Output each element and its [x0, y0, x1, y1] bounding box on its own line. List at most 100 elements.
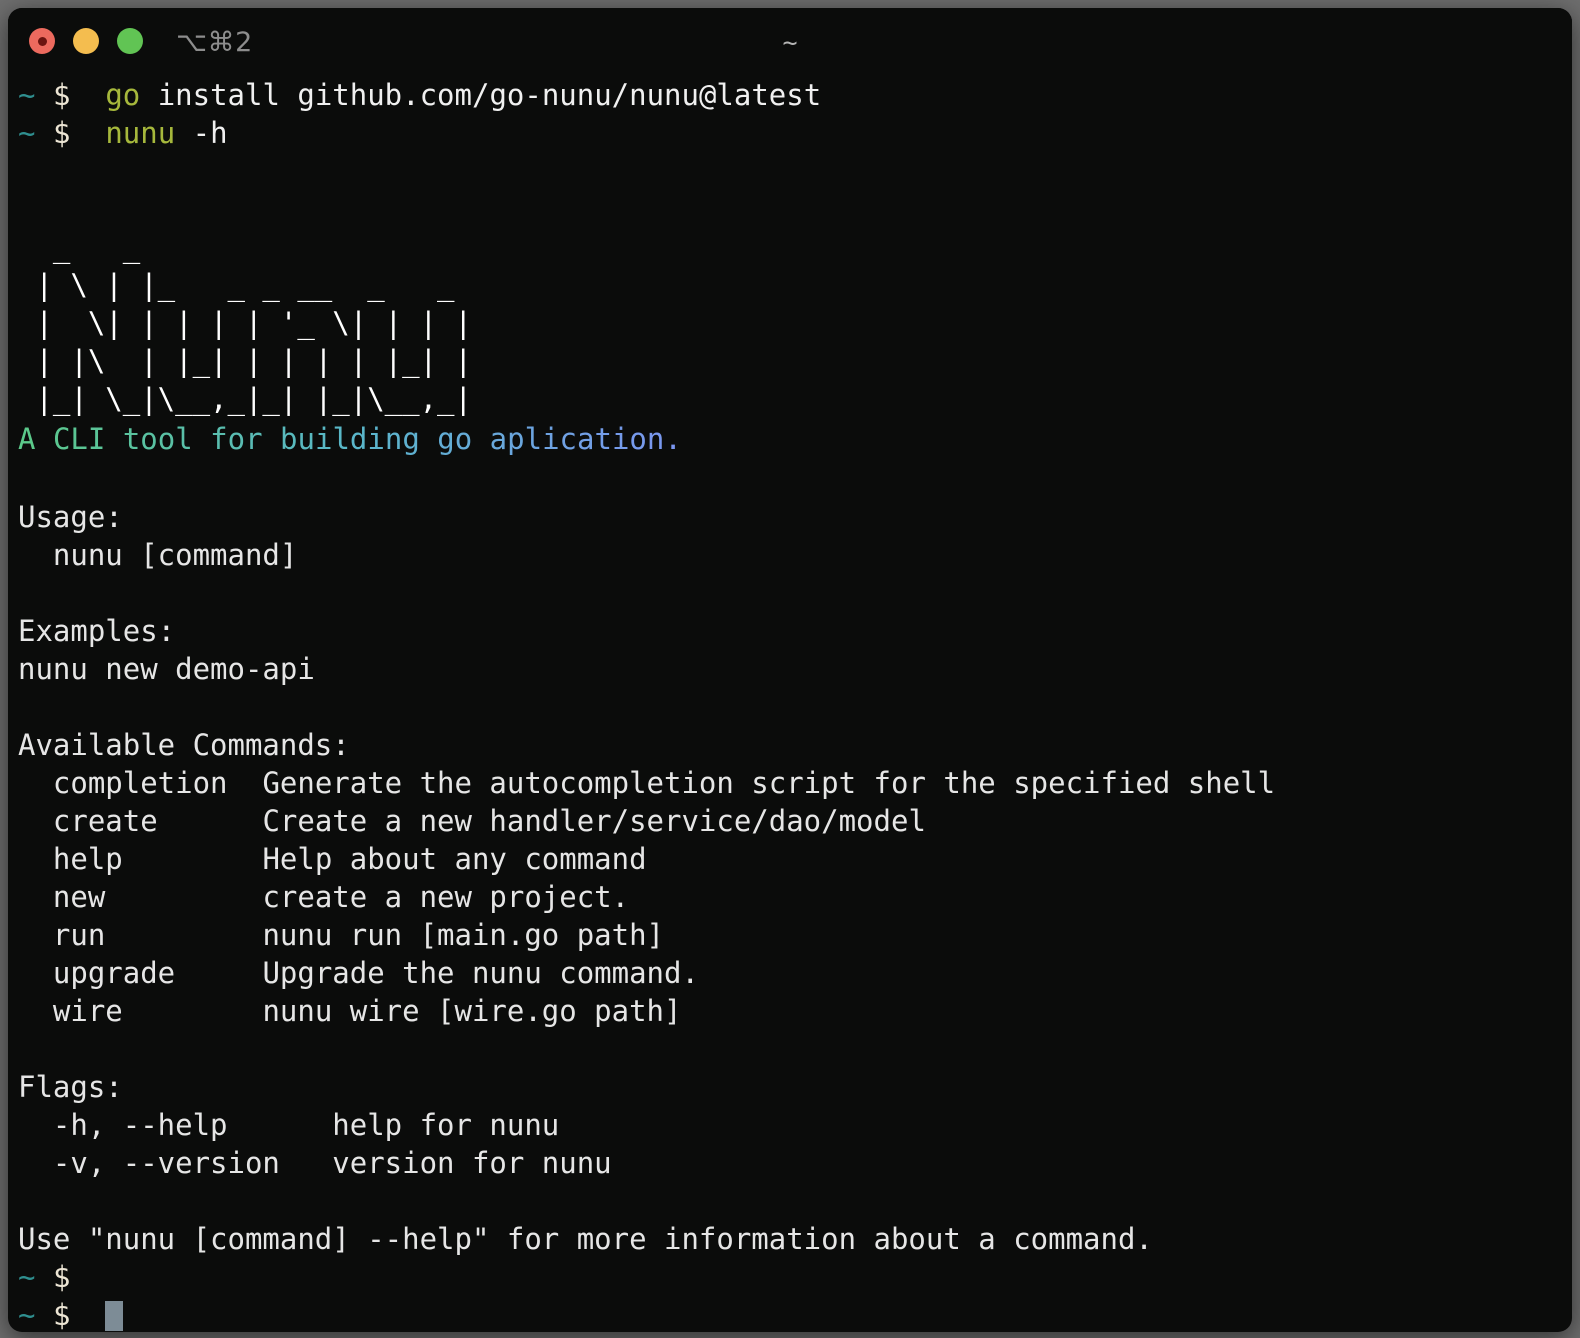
flag-row-description: version for nunu — [332, 1146, 612, 1180]
flag-row: -h, --help help for nunu — [8, 1106, 1572, 1144]
description-char: u — [297, 422, 315, 456]
terminal-window: ⌥⌘2 ~ ~ $ go install github.com/go-nunu/… — [8, 8, 1572, 1332]
command-row: help Help about any command — [8, 840, 1572, 878]
prompt-tilde-icon: ~ — [18, 116, 36, 150]
terminal-titlebar[interactable]: ⌥⌘2 ~ — [8, 8, 1572, 70]
prompt-line: ~ $ — [8, 1258, 1572, 1296]
available-commands-list: completion Generate the autocompletion s… — [8, 764, 1572, 1030]
command-name: nunu — [105, 116, 176, 150]
text-cursor[interactable] — [105, 1301, 124, 1331]
ascii-banner-line: | \ | |_ _ _ __ _ _ — [18, 268, 472, 302]
description-char: o — [227, 422, 246, 456]
command-row-name: create — [18, 804, 263, 838]
description-char: i — [314, 422, 333, 456]
description-char — [472, 422, 489, 456]
description-char — [35, 422, 52, 456]
ascii-banner-line: | \| | | | | '_ \| | | | — [18, 306, 472, 340]
description-char: t — [122, 422, 141, 456]
command-args: install github.com/go-nunu/nunu@latest — [140, 78, 822, 112]
flags-heading: Flags: — [18, 1070, 123, 1104]
description-char: o — [454, 422, 473, 456]
description-char: l — [332, 422, 350, 456]
description-char: n — [646, 422, 665, 456]
command-line: ~ $ go install github.com/go-nunu/nunu@l… — [8, 76, 1572, 114]
prompt-dollar-icon: $ — [52, 116, 71, 150]
description-char: f — [210, 422, 228, 456]
terminal-output[interactable]: ~ $ go install github.com/go-nunu/nunu@l… — [8, 70, 1572, 1332]
description-char: o — [140, 422, 158, 456]
description-char: a — [577, 422, 595, 456]
ascii-banner-line: | |\ | |_| | | | | |_| | — [18, 344, 472, 378]
tool-description: A CLI tool for building go aplication. — [8, 418, 1572, 460]
description-char: i — [542, 422, 560, 456]
flags-list: -h, --help help for nunu -v, --version v… — [8, 1106, 1572, 1182]
description-char: l — [175, 422, 193, 456]
prompt-tilde-icon: ~ — [18, 78, 36, 112]
prompt-tilde-icon: ~ — [18, 1260, 36, 1294]
description-char — [263, 422, 280, 456]
description-char: i — [611, 422, 630, 456]
command-row: run nunu run [main.go path] — [8, 916, 1572, 954]
flag-row-name: -v, --version — [18, 1146, 333, 1180]
prompt-dollar-icon: $ — [52, 1298, 71, 1332]
command-row-description: Upgrade the nunu command. — [262, 956, 699, 990]
flag-row: -v, --version version for nunu — [8, 1144, 1572, 1182]
flag-row-name: -h, --help — [18, 1108, 333, 1142]
description-char: p — [507, 422, 525, 456]
description-char: g — [437, 422, 455, 456]
command-row: wire nunu wire [wire.go path] — [8, 992, 1572, 1030]
command-row-description: nunu run [main.go path] — [262, 918, 665, 952]
command-name: go — [105, 78, 141, 112]
description-char: o — [629, 422, 647, 456]
ascii-banner-line: _ _ — [18, 230, 490, 264]
command-row-description: Help about any command — [262, 842, 647, 876]
command-row-description: create a new project. — [262, 880, 630, 914]
command-row-description: nunu wire [wire.go path] — [262, 994, 682, 1028]
description-char — [420, 422, 437, 456]
command-row-name: wire — [18, 994, 263, 1028]
description-char: b — [280, 422, 298, 456]
ascii-banner-line: |_| \_|\__,_|_| |_|\__,_| — [18, 382, 472, 416]
command-row-name: help — [18, 842, 263, 876]
description-char — [105, 422, 122, 456]
description-char: r — [245, 422, 263, 456]
examples-line: nunu new demo-api — [18, 652, 315, 686]
description-char: n — [384, 422, 403, 456]
command-row-name: new — [18, 880, 263, 914]
description-char: d — [349, 422, 368, 456]
window-title: ~ — [782, 28, 798, 57]
command-row-description: Generate the autocompletion script for t… — [262, 766, 1276, 800]
footer-hint: Use "nunu [command] --help" for more inf… — [18, 1222, 1153, 1256]
description-char: a — [489, 422, 508, 456]
examples-heading: Examples: — [18, 614, 176, 648]
description-char: . — [664, 422, 682, 456]
command-row: upgrade Upgrade the nunu command. — [8, 954, 1572, 992]
command-row-name: run — [18, 918, 263, 952]
command-args: -h — [175, 116, 228, 150]
description-char: o — [157, 422, 176, 456]
command-row: new create a new project. — [8, 878, 1572, 916]
prompt-tilde-icon: ~ — [18, 1298, 36, 1332]
active-prompt-line[interactable]: ~ $ — [8, 1296, 1572, 1332]
command-row-description: Create a new handler/service/dao/model — [262, 804, 926, 838]
prompt-dollar-icon: $ — [52, 1260, 71, 1294]
flag-row-description: help for nunu — [332, 1108, 560, 1142]
description-char: g — [402, 422, 420, 456]
description-char: C — [52, 422, 71, 456]
command-line: ~ $ nunu -h — [8, 114, 1572, 152]
available-commands-heading: Available Commands: — [18, 728, 350, 762]
command-row-name: upgrade — [18, 956, 263, 990]
command-row: create Create a new handler/service/dao/… — [8, 802, 1572, 840]
command-row-name: completion — [18, 766, 263, 800]
description-char: c — [559, 422, 577, 456]
prompt-dollar-icon: $ — [52, 78, 71, 112]
description-char: I — [87, 422, 106, 456]
description-char: i — [367, 422, 385, 456]
